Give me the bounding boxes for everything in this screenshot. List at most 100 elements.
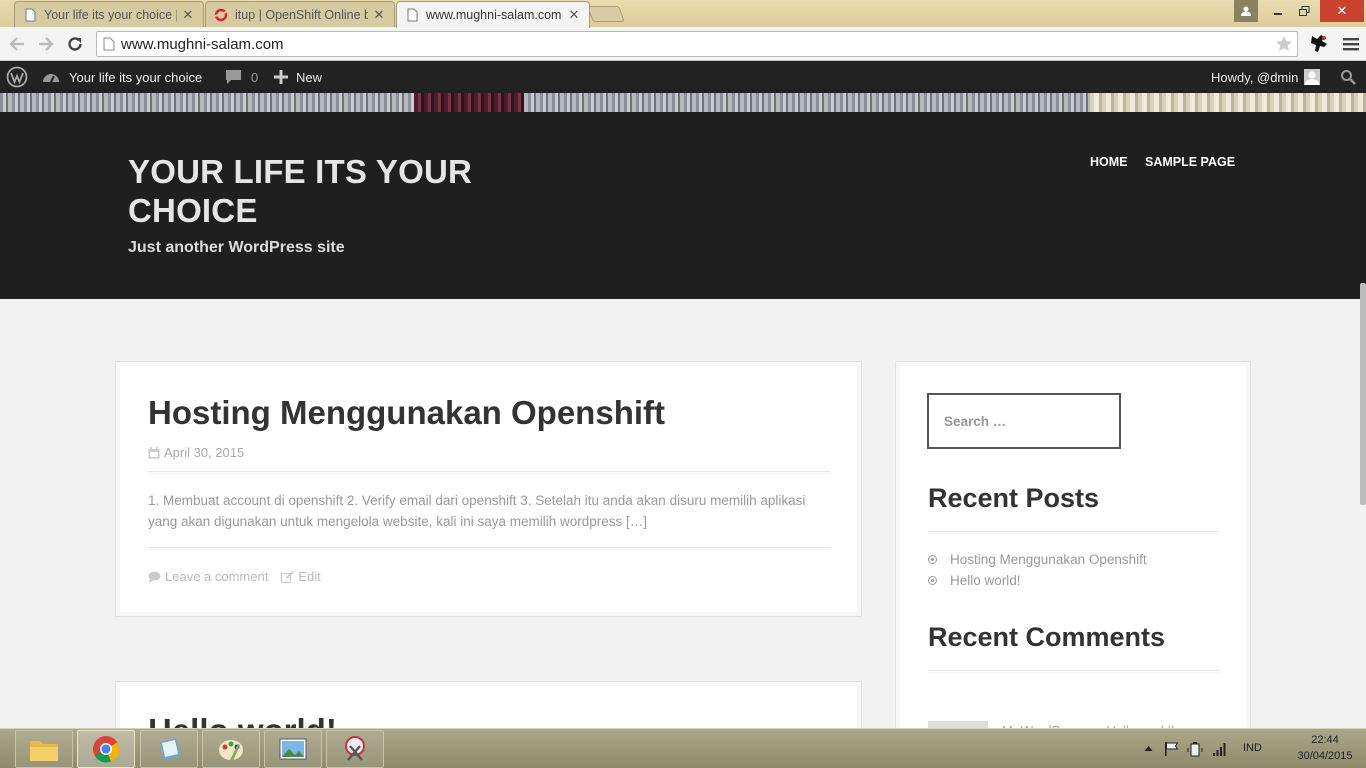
close-window-button[interactable]: ✕ [1320,0,1364,22]
recent-posts-title: Recent Posts [928,483,1100,513]
system-tray: IND 22:44 30/04/2015 [1140,729,1366,768]
divider [928,531,1220,534]
close-tab-icon[interactable]: ✕ [372,7,386,22]
forward-button[interactable] [34,32,58,56]
new-tab-button[interactable] [587,6,625,22]
recent-post-link[interactable]: Hello world! [950,573,1021,588]
post-card: Hosting Menggunakan Openshift April 30, … [115,361,862,617]
minimize-button[interactable] [1266,0,1290,22]
paint-icon [219,740,243,761]
post-date-text[interactable]: April 30, 2015 [164,445,244,460]
header-image [0,93,1366,112]
dashboard-icon [43,74,59,83]
post-date: April 30, 2015 [148,445,244,460]
leave-comment-link[interactable]: Leave a comment [148,569,268,584]
site-name-label: Your life its your choice [69,69,203,85]
input-language[interactable]: IND [1243,742,1262,754]
tab-mughni-salam[interactable]: www.mughni-salam.com ✕ [396,1,590,28]
battery-power-icon[interactable] [1187,742,1203,757]
taskbar-file-explorer[interactable] [15,730,73,768]
taskbar-notebook[interactable] [140,730,198,768]
nav-home-link[interactable]: HOME [1090,155,1128,169]
site-name-link[interactable]: Your life its your choice [42,61,202,93]
wordpress-menu[interactable] [6,61,28,93]
address-bar[interactable]: www.mughni-salam.com [96,31,1298,57]
nav-sample-page-link[interactable]: SAMPLE PAGE [1145,155,1235,169]
bullet-icon [928,555,937,564]
recent-post-link[interactable]: Hosting Menggunakan Openshift [950,552,1147,567]
page-icon [25,8,36,21]
admin-bar-search[interactable] [1340,61,1356,93]
site-masthead: YOUR LIFE ITS YOUR CHOICE Just another W… [0,112,1366,299]
comment-bubble-icon [226,70,241,84]
calendar-icon [148,446,160,458]
close-tab-icon[interactable]: ✕ [181,7,195,22]
divider [148,547,830,550]
leave-comment-label: Leave a comment [165,569,269,584]
site-description: Just another WordPress site [128,239,345,256]
back-arrow-icon [9,37,24,51]
browser-toolbar: www.mughni-salam.com [0,27,1366,61]
new-content-link[interactable]: New [274,61,322,93]
divider [148,471,830,474]
plus-icon [274,70,288,84]
clock-time[interactable]: 22:44 [1295,734,1355,746]
tab-label: itup | OpenShift Online by [235,7,368,22]
file-explorer-icon [30,741,58,761]
search-input[interactable]: Search … [927,393,1121,449]
edit-link[interactable]: Edit [281,569,321,584]
windows-taskbar: IND 22:44 30/04/2015 [0,728,1366,768]
tab-your-life[interactable]: Your life its your choice | J ✕ [14,1,204,27]
site-title[interactable]: YOUR LIFE ITS YOUR CHOICE [128,152,488,230]
action-center-flag-icon[interactable] [1164,742,1180,756]
chrome-icon [93,736,120,763]
taskbar-snipping-tool[interactable] [326,730,384,768]
clock-date[interactable]: 30/04/2015 [1280,750,1366,762]
url-text[interactable]: www.mughni-salam.com [121,36,284,53]
page-icon [103,37,115,51]
signal-strength-icon[interactable] [1212,742,1228,756]
restore-button[interactable] [1292,0,1316,22]
reload-icon [68,37,82,51]
chrome-menu-icon[interactable] [1340,32,1362,56]
howdy-text: Howdy, @dmin [1211,69,1299,85]
snipping-tool-icon [345,736,365,761]
sidebar: Search … Recent Posts Hosting Menggunaka… [895,361,1251,751]
recent-post-item[interactable]: Hosting Menggunakan Openshift [928,552,1147,567]
bullet-icon [928,576,937,585]
browser-tab-strip: Your life its your choice | J ✕ itup | O… [0,0,1366,28]
reload-button[interactable] [63,32,87,56]
edit-icon [281,570,295,583]
divider [928,670,1220,673]
openshift-icon [214,8,228,21]
comment-count: 0 [251,69,259,85]
comments-link[interactable]: 0 [225,61,258,93]
taskbar-paint[interactable] [202,730,260,768]
show-hidden-icons-icon[interactable] [1144,744,1153,753]
forward-arrow-icon [39,37,54,51]
post-meta: Leave a comment Edit [148,569,334,584]
notebook-icon [160,738,180,760]
tab-label: www.mughni-salam.com [426,8,562,22]
wp-admin-bar: Your life its your choice 0 New Howdy, @… [0,61,1366,93]
page-icon [407,8,418,22]
wordpress-logo-icon [6,66,28,88]
bookmark-star-icon[interactable] [1275,35,1293,53]
post-title[interactable]: Hosting Menggunakan Openshift [148,394,665,432]
close-tab-icon[interactable]: ✕ [567,8,581,22]
taskbar-chrome[interactable] [77,730,135,768]
search-icon [1341,70,1356,85]
back-button[interactable] [5,32,29,56]
page-scrollbar[interactable] [1360,283,1366,505]
taskbar-photo-viewer[interactable] [264,730,322,768]
photo-viewer-icon [279,738,307,760]
search-placeholder: Search … [944,414,1007,429]
user-profile-icon[interactable] [1234,0,1258,22]
comment-icon [148,571,161,583]
avatar [1304,69,1321,85]
my-account-menu[interactable]: Howdy, @dmin [1211,61,1321,93]
extension-icon[interactable] [1308,32,1332,56]
recent-post-item[interactable]: Hello world! [928,573,1021,588]
recent-comments-title: Recent Comments [928,622,1166,652]
tab-openshift[interactable]: itup | OpenShift Online by ✕ [205,1,395,27]
